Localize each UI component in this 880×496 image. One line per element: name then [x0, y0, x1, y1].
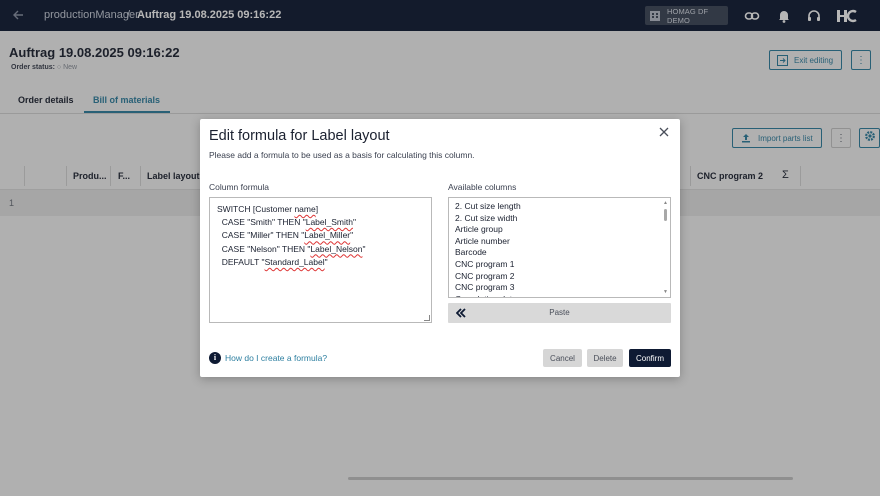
- available-column-item[interactable]: Article group: [455, 224, 503, 234]
- list-scrollbar-thumb[interactable]: [664, 209, 667, 221]
- close-icon[interactable]: [658, 126, 670, 138]
- dialog-subtitle: Please add a formula to be used as a bas…: [209, 150, 475, 160]
- scroll-down-icon[interactable]: ▼: [663, 289, 668, 295]
- formula-line: CASE "Nelson" THEN "Label_Nelson": [217, 243, 366, 254]
- paste-button[interactable]: Paste: [448, 303, 671, 323]
- formula-line: CASE "Smith" THEN "Label_Smith": [217, 217, 357, 228]
- available-column-item[interactable]: 2. Cut size width: [455, 213, 517, 223]
- dialog-title: Edit formula for Label layout: [209, 128, 390, 144]
- paste-label: Paste: [549, 308, 570, 317]
- help-link[interactable]: i How do I create a formula?: [209, 352, 327, 364]
- formula-line: SWITCH [Customer name]: [217, 204, 319, 214]
- formula-textarea[interactable]: SWITCH [Customer name] CASE "Smith" THEN…: [209, 197, 432, 323]
- help-link-label[interactable]: How do I create a formula?: [225, 353, 327, 363]
- resize-handle[interactable]: [424, 315, 430, 321]
- delete-button[interactable]: Delete: [587, 349, 623, 367]
- available-columns-list[interactable]: ▲ ▼ 2. Cut size length 2. Cut size width A…: [448, 197, 671, 298]
- available-column-item[interactable]: Completion date: [455, 294, 517, 297]
- cancel-button[interactable]: Cancel: [543, 349, 582, 367]
- info-icon: i: [209, 352, 221, 364]
- available-column-item[interactable]: Article number: [455, 236, 510, 246]
- scroll-up-icon[interactable]: ▲: [663, 200, 668, 206]
- available-column-item[interactable]: CNC program 2: [455, 271, 515, 281]
- confirm-button[interactable]: Confirm: [629, 349, 671, 367]
- formula-line: CASE "Miller" THEN "Label_Miller": [217, 230, 354, 241]
- edit-formula-dialog: Edit formula for Label layout Please add…: [200, 119, 680, 377]
- formula-line: DEFAULT "Standard_Label": [217, 256, 328, 267]
- column-formula-label: Column formula: [209, 182, 269, 192]
- available-column-item[interactable]: 2. Cut size length: [455, 201, 521, 211]
- available-column-item[interactable]: CNC program 1: [455, 259, 515, 269]
- available-column-item[interactable]: CNC program 3: [455, 282, 515, 292]
- available-columns-label: Available columns: [448, 182, 517, 192]
- available-column-item[interactable]: Barcode: [455, 247, 487, 257]
